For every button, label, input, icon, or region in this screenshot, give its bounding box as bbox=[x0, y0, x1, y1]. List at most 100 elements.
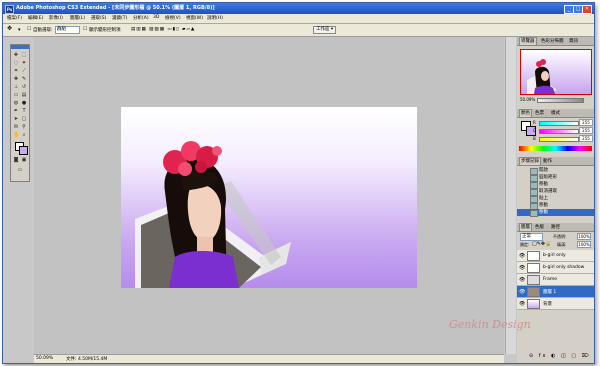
layers-tabs: 圖層 色版 路徑 bbox=[517, 223, 594, 232]
eye-icon[interactable]: 👁 bbox=[519, 253, 525, 259]
layer-name: b-girl only shadow bbox=[543, 265, 585, 270]
slice-icon[interactable]: ⟋ bbox=[21, 68, 27, 74]
show-transform-checkbox[interactable]: ☐ bbox=[83, 27, 87, 32]
background-color-swatch[interactable] bbox=[19, 146, 28, 155]
layer-row[interactable]: 👁 背景 bbox=[517, 298, 594, 310]
layer-actions-icons[interactable]: ⊝ fx ◐ ◫ ▢ ⌦ bbox=[529, 353, 591, 359]
eye-icon[interactable]: 👁 bbox=[519, 301, 525, 307]
menu-3d[interactable]: 3D bbox=[153, 15, 159, 20]
tab-histogram[interactable]: 色彩分佈圖 bbox=[541, 38, 564, 44]
tab-channels[interactable]: 色版 bbox=[535, 224, 544, 230]
navigator-zoom-slider[interactable] bbox=[537, 98, 584, 103]
color-channel-b-value[interactable]: 255 bbox=[579, 135, 593, 142]
color-channel-g-slider[interactable] bbox=[539, 129, 579, 134]
navigator-thumbnail[interactable] bbox=[520, 49, 592, 95]
tab-history[interactable]: 步驟記錄 bbox=[519, 157, 541, 165]
auto-select-dropdown[interactable]: 群組 bbox=[55, 26, 80, 34]
tab-styles[interactable]: 樣式 bbox=[551, 110, 560, 116]
move-icon[interactable]: ✥ bbox=[13, 52, 19, 58]
menu-edit[interactable]: 編輯(E) bbox=[28, 15, 43, 21]
healing-brush-icon[interactable]: ✚ bbox=[13, 76, 19, 82]
opacity-value[interactable]: 100% bbox=[577, 233, 591, 240]
pen-icon[interactable]: ✒ bbox=[13, 108, 19, 114]
history-item[interactable]: 圓角矩形 bbox=[517, 174, 594, 182]
history-item[interactable]: 開啟 bbox=[517, 167, 594, 175]
color-channel-g-value[interactable]: 255 bbox=[579, 127, 593, 134]
history-brush-icon[interactable]: ↺ bbox=[21, 84, 27, 90]
tab-paths[interactable]: 路徑 bbox=[551, 224, 560, 230]
menu-analysis[interactable]: 分析(A) bbox=[133, 15, 149, 21]
shape-icon[interactable]: ▢ bbox=[21, 116, 27, 122]
move-tool-icon[interactable]: ✥ bbox=[7, 25, 12, 32]
hand-icon[interactable]: ✋ bbox=[13, 132, 19, 138]
dropdown-arrow-icon[interactable]: ▾ bbox=[18, 27, 21, 33]
quick-mask-icon[interactable]: ◙ bbox=[13, 157, 19, 163]
layer-row[interactable]: 👁 b-girl only bbox=[517, 250, 594, 262]
history-tabs: 步驟記錄 動作 bbox=[517, 157, 594, 166]
layer-thumbnail bbox=[527, 251, 540, 261]
gradient-icon[interactable]: ▤ bbox=[21, 92, 27, 98]
layer-row-selected[interactable]: 👁 圖層 1 bbox=[517, 286, 594, 298]
color-channel-b-slider[interactable] bbox=[539, 137, 579, 142]
navigator-zoom[interactable]: 50.09% bbox=[520, 97, 535, 102]
blend-mode-dropdown[interactable]: 正常 bbox=[520, 233, 543, 241]
fill-value[interactable]: 100% bbox=[577, 241, 591, 248]
tab-color[interactable]: 顏色 bbox=[519, 109, 532, 117]
color-channel-r-slider[interactable] bbox=[539, 121, 579, 126]
menu-view[interactable]: 檢視(V) bbox=[165, 15, 181, 21]
auto-select-checkbox[interactable]: ☐ bbox=[27, 27, 31, 32]
status-zoom[interactable]: 50.09% bbox=[36, 356, 53, 361]
blur-icon[interactable]: ◍ bbox=[13, 100, 19, 106]
tab-navigator[interactable]: 導覽器 bbox=[519, 37, 537, 45]
align-buttons-group[interactable]: ▤▥▦ ▧▨▩ ▭▮▯ ▰▱▲ bbox=[131, 27, 195, 32]
history-item-selected[interactable]: 移動 bbox=[517, 209, 594, 217]
tab-info[interactable]: 資訊 bbox=[569, 38, 578, 44]
zoom-icon[interactable]: ⌕ bbox=[21, 132, 27, 138]
type-icon[interactable]: T bbox=[21, 108, 27, 114]
eye-icon[interactable]: 👁 bbox=[519, 265, 525, 271]
menu-window[interactable]: 視窗(W) bbox=[186, 15, 203, 21]
dodge-icon[interactable]: ● bbox=[21, 100, 27, 106]
brush-icon[interactable]: ✎ bbox=[21, 76, 27, 82]
panel-dock-scrollbar[interactable] bbox=[505, 37, 516, 354]
history-item[interactable]: 取消選取 bbox=[517, 188, 594, 196]
tab-layers[interactable]: 圖層 bbox=[519, 223, 532, 231]
menu-file[interactable]: 檔案(F) bbox=[7, 15, 22, 21]
path-select-icon[interactable]: ➤ bbox=[13, 116, 19, 122]
status-bar: 50.09% 文件: 4.50M/15.4M bbox=[34, 354, 504, 363]
document-canvas[interactable] bbox=[121, 107, 417, 288]
standard-mode-icon[interactable]: ▣ bbox=[21, 157, 27, 163]
close-button[interactable]: ✕ bbox=[582, 5, 592, 14]
magic-wand-icon[interactable]: ✦ bbox=[21, 60, 27, 66]
tab-swatches[interactable]: 色票 bbox=[535, 110, 544, 116]
marquee-icon[interactable]: ⬚ bbox=[21, 52, 27, 58]
screen-mode-icon[interactable]: ▭ bbox=[17, 167, 23, 173]
lock-icons[interactable]: □✎✥🔒 bbox=[532, 241, 551, 247]
history-item[interactable]: 移動 bbox=[517, 202, 594, 210]
layer-thumbnail bbox=[527, 275, 540, 285]
canvas-area bbox=[34, 37, 504, 354]
color-spectrum-bar[interactable] bbox=[519, 146, 592, 151]
menu-layer[interactable]: 圖層(L) bbox=[70, 15, 85, 21]
eye-icon[interactable]: 👁 bbox=[519, 289, 525, 295]
lasso-icon[interactable]: ◌ bbox=[13, 60, 19, 66]
menu-image[interactable]: 影像(I) bbox=[49, 15, 63, 21]
crop-icon[interactable]: ⌗ bbox=[13, 68, 19, 74]
history-item[interactable]: 貼上 bbox=[517, 195, 594, 203]
menu-filter[interactable]: 濾鏡(T) bbox=[112, 15, 127, 21]
eyedropper-icon[interactable]: ⚲ bbox=[21, 124, 27, 130]
eraser-icon[interactable]: ▭ bbox=[13, 92, 19, 98]
notes-icon[interactable]: ✉ bbox=[13, 124, 19, 130]
toolbox-header bbox=[11, 45, 29, 49]
opacity-label: 不透明: bbox=[553, 234, 567, 239]
color-channel-r-value[interactable]: 255 bbox=[579, 119, 593, 126]
history-item[interactable]: 移動 bbox=[517, 181, 594, 189]
menu-help[interactable]: 說明(H) bbox=[207, 15, 223, 21]
clone-stamp-icon[interactable]: ⊥ bbox=[13, 84, 19, 90]
menu-select[interactable]: 選取(S) bbox=[91, 15, 106, 21]
eye-icon[interactable]: 👁 bbox=[519, 277, 525, 283]
layer-row[interactable]: 👁 Frame bbox=[517, 274, 594, 286]
workspace-button[interactable]: 工作區 ▾ bbox=[313, 26, 337, 34]
layer-row[interactable]: 👁 b-girl only shadow bbox=[517, 262, 594, 274]
tab-actions[interactable]: 動作 bbox=[543, 158, 552, 164]
